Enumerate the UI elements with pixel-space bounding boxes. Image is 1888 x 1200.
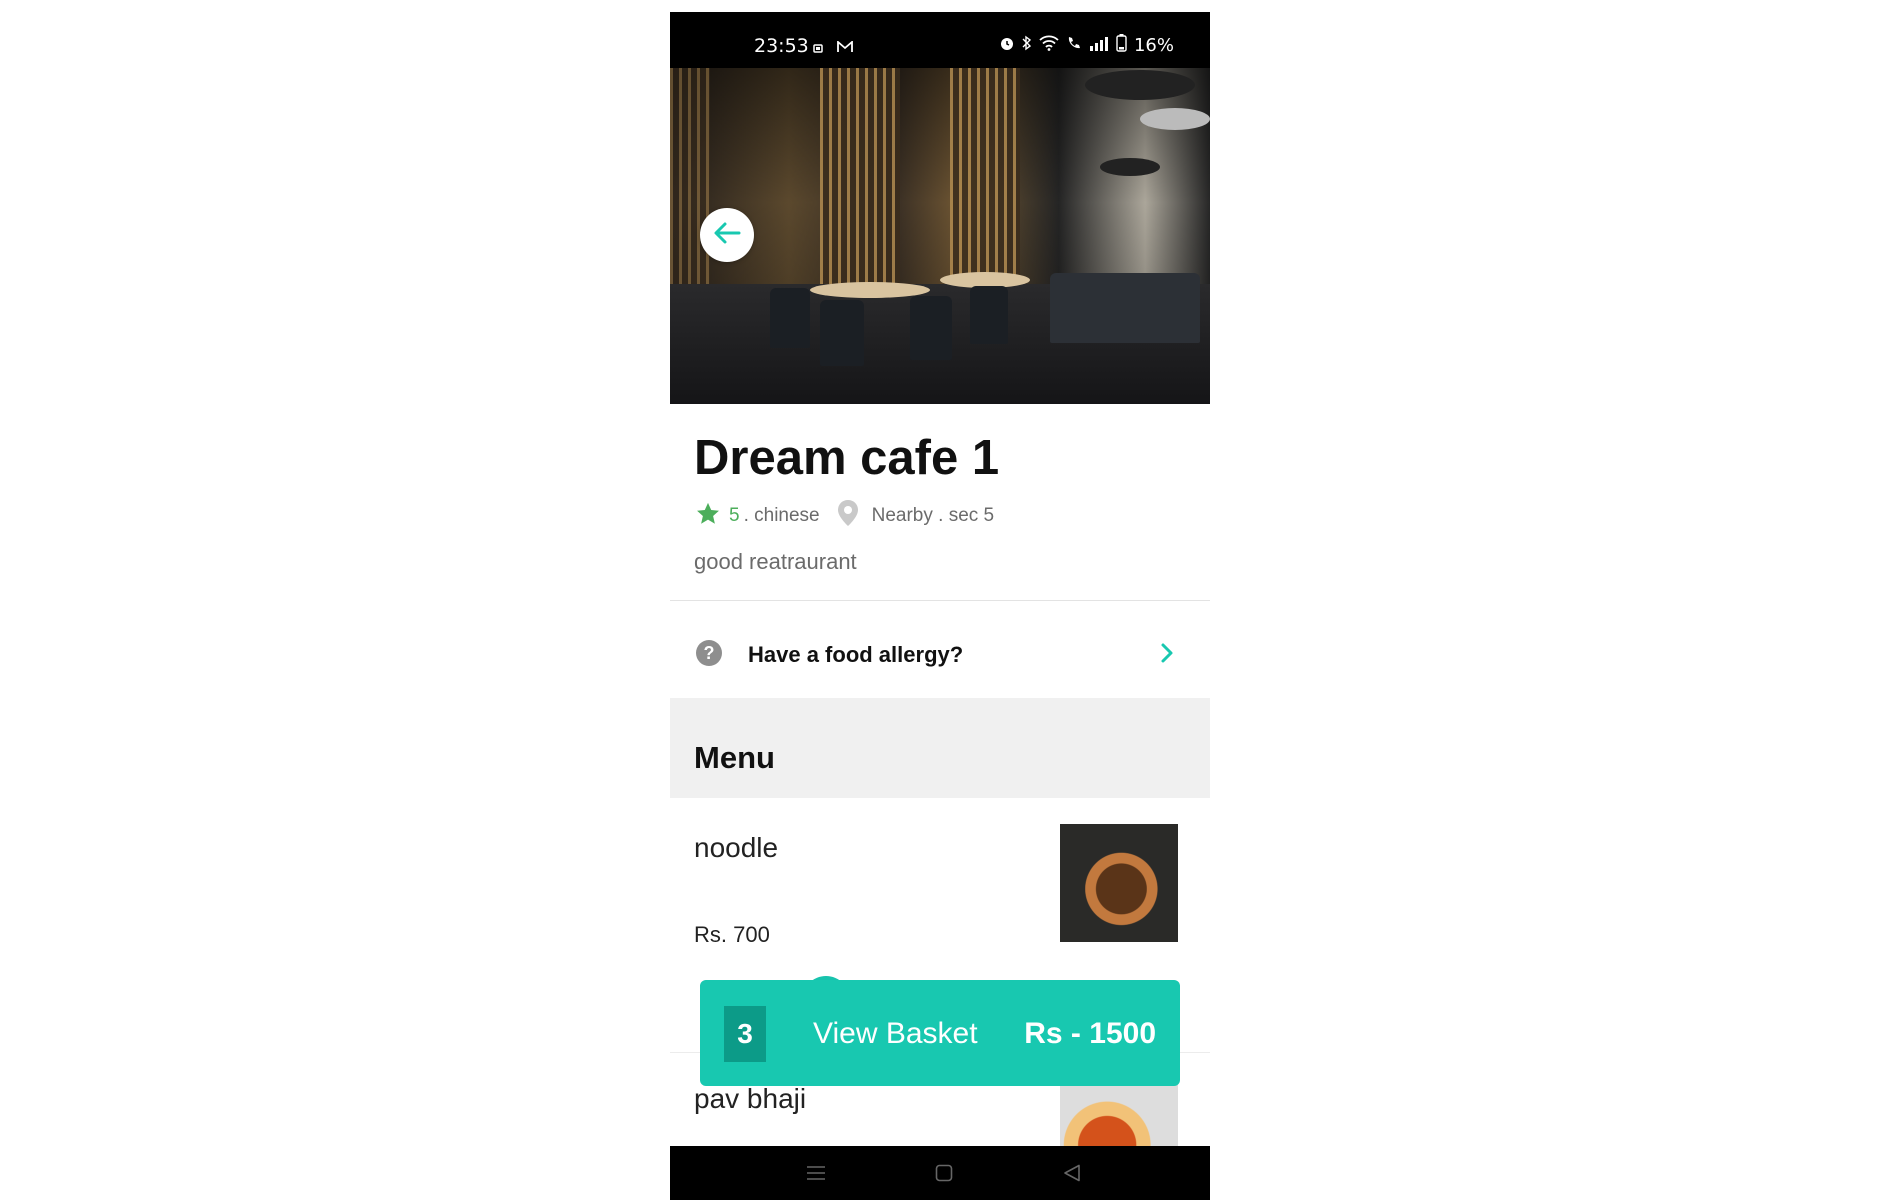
hero-chair [770, 288, 810, 348]
help-icon: ? [696, 640, 722, 666]
battery-icon [1116, 34, 1127, 57]
phone-screen: 23:53 16% Dream cafe 1 5 . chinese Nearb… [670, 12, 1210, 1200]
restaurant-meta: 5 . chinese Nearby . sec 5 [695, 499, 994, 533]
system-nav-bar [670, 1146, 1210, 1200]
chevron-right-icon [1160, 642, 1174, 669]
status-time: 23:53 [754, 35, 809, 57]
gmail-icon [837, 38, 853, 57]
basket-label: View Basket [813, 1017, 978, 1050]
restaurant-hero-image [670, 68, 1210, 404]
status-bar: 23:53 16% [670, 12, 1210, 68]
back-button[interactable] [700, 208, 754, 262]
hero-booth [1050, 273, 1200, 343]
notification-app-icon [813, 38, 823, 57]
status-notification-icons [813, 38, 853, 57]
back-nav-icon[interactable] [1063, 1164, 1081, 1187]
signal-icon [1089, 35, 1109, 56]
menu-title: Menu [694, 740, 775, 775]
status-system-icons: 16% [999, 34, 1174, 57]
recents-icon[interactable] [806, 1164, 826, 1187]
basket-total: Rs - 1500 [1024, 1017, 1156, 1050]
alarm-icon [999, 35, 1015, 56]
hero-chair [970, 286, 1008, 344]
restaurant-name: Dream cafe 1 [694, 431, 1000, 485]
menu-item-image [1060, 824, 1178, 942]
restaurant-description: good reatraurant [694, 549, 857, 574]
divider [670, 600, 1210, 601]
menu-item-name: pav bhaji [694, 1083, 807, 1114]
menu-item-name: noodle [694, 832, 779, 863]
hero-lamp [1085, 70, 1195, 100]
cuisine: . chinese [743, 505, 820, 526]
hero-wood-slats [670, 68, 710, 298]
hero-wood-slats [820, 68, 900, 298]
rating-value: 5 [729, 505, 740, 526]
food-allergy-label: Have a food allergy? [748, 642, 964, 667]
hero-lamp [1100, 158, 1160, 176]
home-icon[interactable] [935, 1164, 953, 1187]
hero-chair [910, 296, 952, 360]
menu-header: Menu [670, 698, 1210, 798]
food-allergy-row[interactable]: ? Have a food allergy? [670, 610, 1210, 698]
location-pin-icon [836, 499, 860, 533]
view-basket-button[interactable]: 3 View Basket Rs - 1500 [700, 980, 1180, 1086]
wifi-icon [1039, 35, 1059, 56]
menu-item-price: Rs. 700 [694, 922, 770, 947]
star-icon [695, 501, 721, 532]
arrow-left-icon [713, 221, 741, 250]
basket-count: 3 [724, 1006, 766, 1062]
bluetooth-icon [1022, 35, 1032, 56]
location-text: Nearby . sec 5 [871, 505, 995, 526]
hero-chair [820, 300, 864, 366]
call-icon [1066, 35, 1082, 56]
hero-wood-slats [950, 68, 1020, 298]
hero-lamp [1140, 108, 1210, 130]
hero-table [810, 282, 930, 298]
battery-percent: 16% [1133, 35, 1174, 56]
